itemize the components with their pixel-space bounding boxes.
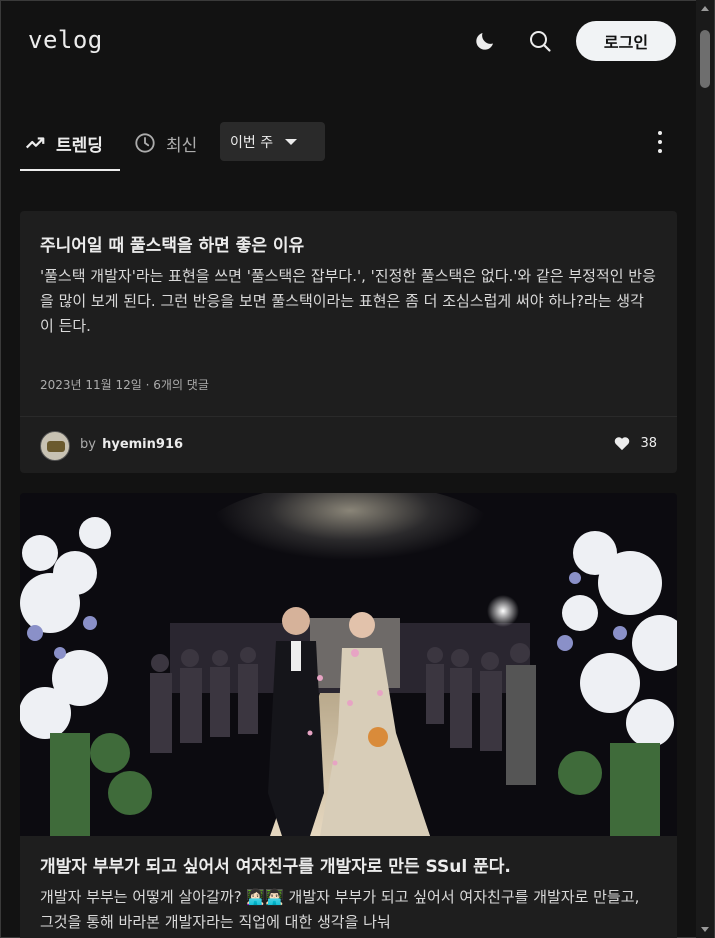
wedding-photo-image	[20, 493, 677, 836]
moon-icon	[476, 33, 493, 50]
post-footer: by hyemin916 38	[20, 416, 677, 473]
scroll-up-arrow-icon[interactable]	[701, 6, 709, 11]
tab-recent[interactable]: 최신	[134, 127, 197, 159]
search-icon	[530, 31, 551, 52]
post-thumbnail[interactable]	[20, 493, 677, 836]
tab-trending-label: 트렌딩	[56, 135, 103, 156]
login-button[interactable]: 로그인	[576, 21, 676, 61]
search-button[interactable]	[525, 26, 555, 56]
logo[interactable]: velog	[28, 26, 103, 54]
post-title[interactable]: 주니어일 때 풀스택을 하면 좋은 이유	[40, 232, 657, 260]
scroll-down-arrow-icon[interactable]	[701, 927, 709, 932]
scrollbar[interactable]	[696, 0, 714, 938]
period-label: 이번 주	[230, 134, 274, 151]
post-meta: 2023년 11월 12일 · 6개의 댓글	[40, 378, 209, 392]
scrollbar-thumb[interactable]	[700, 30, 710, 88]
author-byline[interactable]: by hyemin916	[80, 437, 183, 452]
avatar[interactable]	[40, 431, 70, 461]
trending-icon	[24, 132, 46, 154]
by-label: by	[80, 437, 96, 452]
dark-mode-toggle[interactable]	[470, 26, 500, 56]
post-card[interactable]: 주니어일 때 풀스택을 하면 좋은 이유 '풀스택 개발자'라는 표현을 쓰면 …	[20, 211, 677, 473]
active-tab-indicator	[20, 169, 120, 171]
author-name: hyemin916	[102, 437, 184, 452]
tab-trending[interactable]: 트렌딩	[24, 127, 103, 159]
caret-down-icon	[285, 138, 298, 145]
kebab-menu-icon[interactable]	[650, 129, 670, 155]
post-title[interactable]: 개발자 부부가 되고 싶어서 여자친구를 개발자로 만든 SSul 푼다.	[40, 853, 657, 881]
post-card[interactable]: 개발자 부부가 되고 싶어서 여자친구를 개발자로 만든 SSul 푼다. 개발…	[20, 493, 677, 938]
post-description: 개발자 부부는 어떻게 살아갈까? 👩🏻‍💻👨🏻‍💻 개발자 부부가 되고 싶어…	[40, 888, 640, 931]
like-count-value: 38	[640, 436, 657, 451]
clock-icon	[134, 132, 156, 154]
period-dropdown[interactable]: 이번 주	[220, 122, 325, 161]
feed-tabs: 트렌딩 최신 이번 주	[0, 115, 696, 175]
post-description: '풀스택 개발자'라는 표현을 쓰면 '풀스택은 잡부다.', '진정한 풀스택…	[40, 267, 656, 335]
tab-recent-label: 최신	[166, 135, 198, 156]
header: velog 로그인	[0, 0, 696, 82]
like-count: 38	[614, 436, 657, 451]
heart-icon	[615, 437, 630, 451]
